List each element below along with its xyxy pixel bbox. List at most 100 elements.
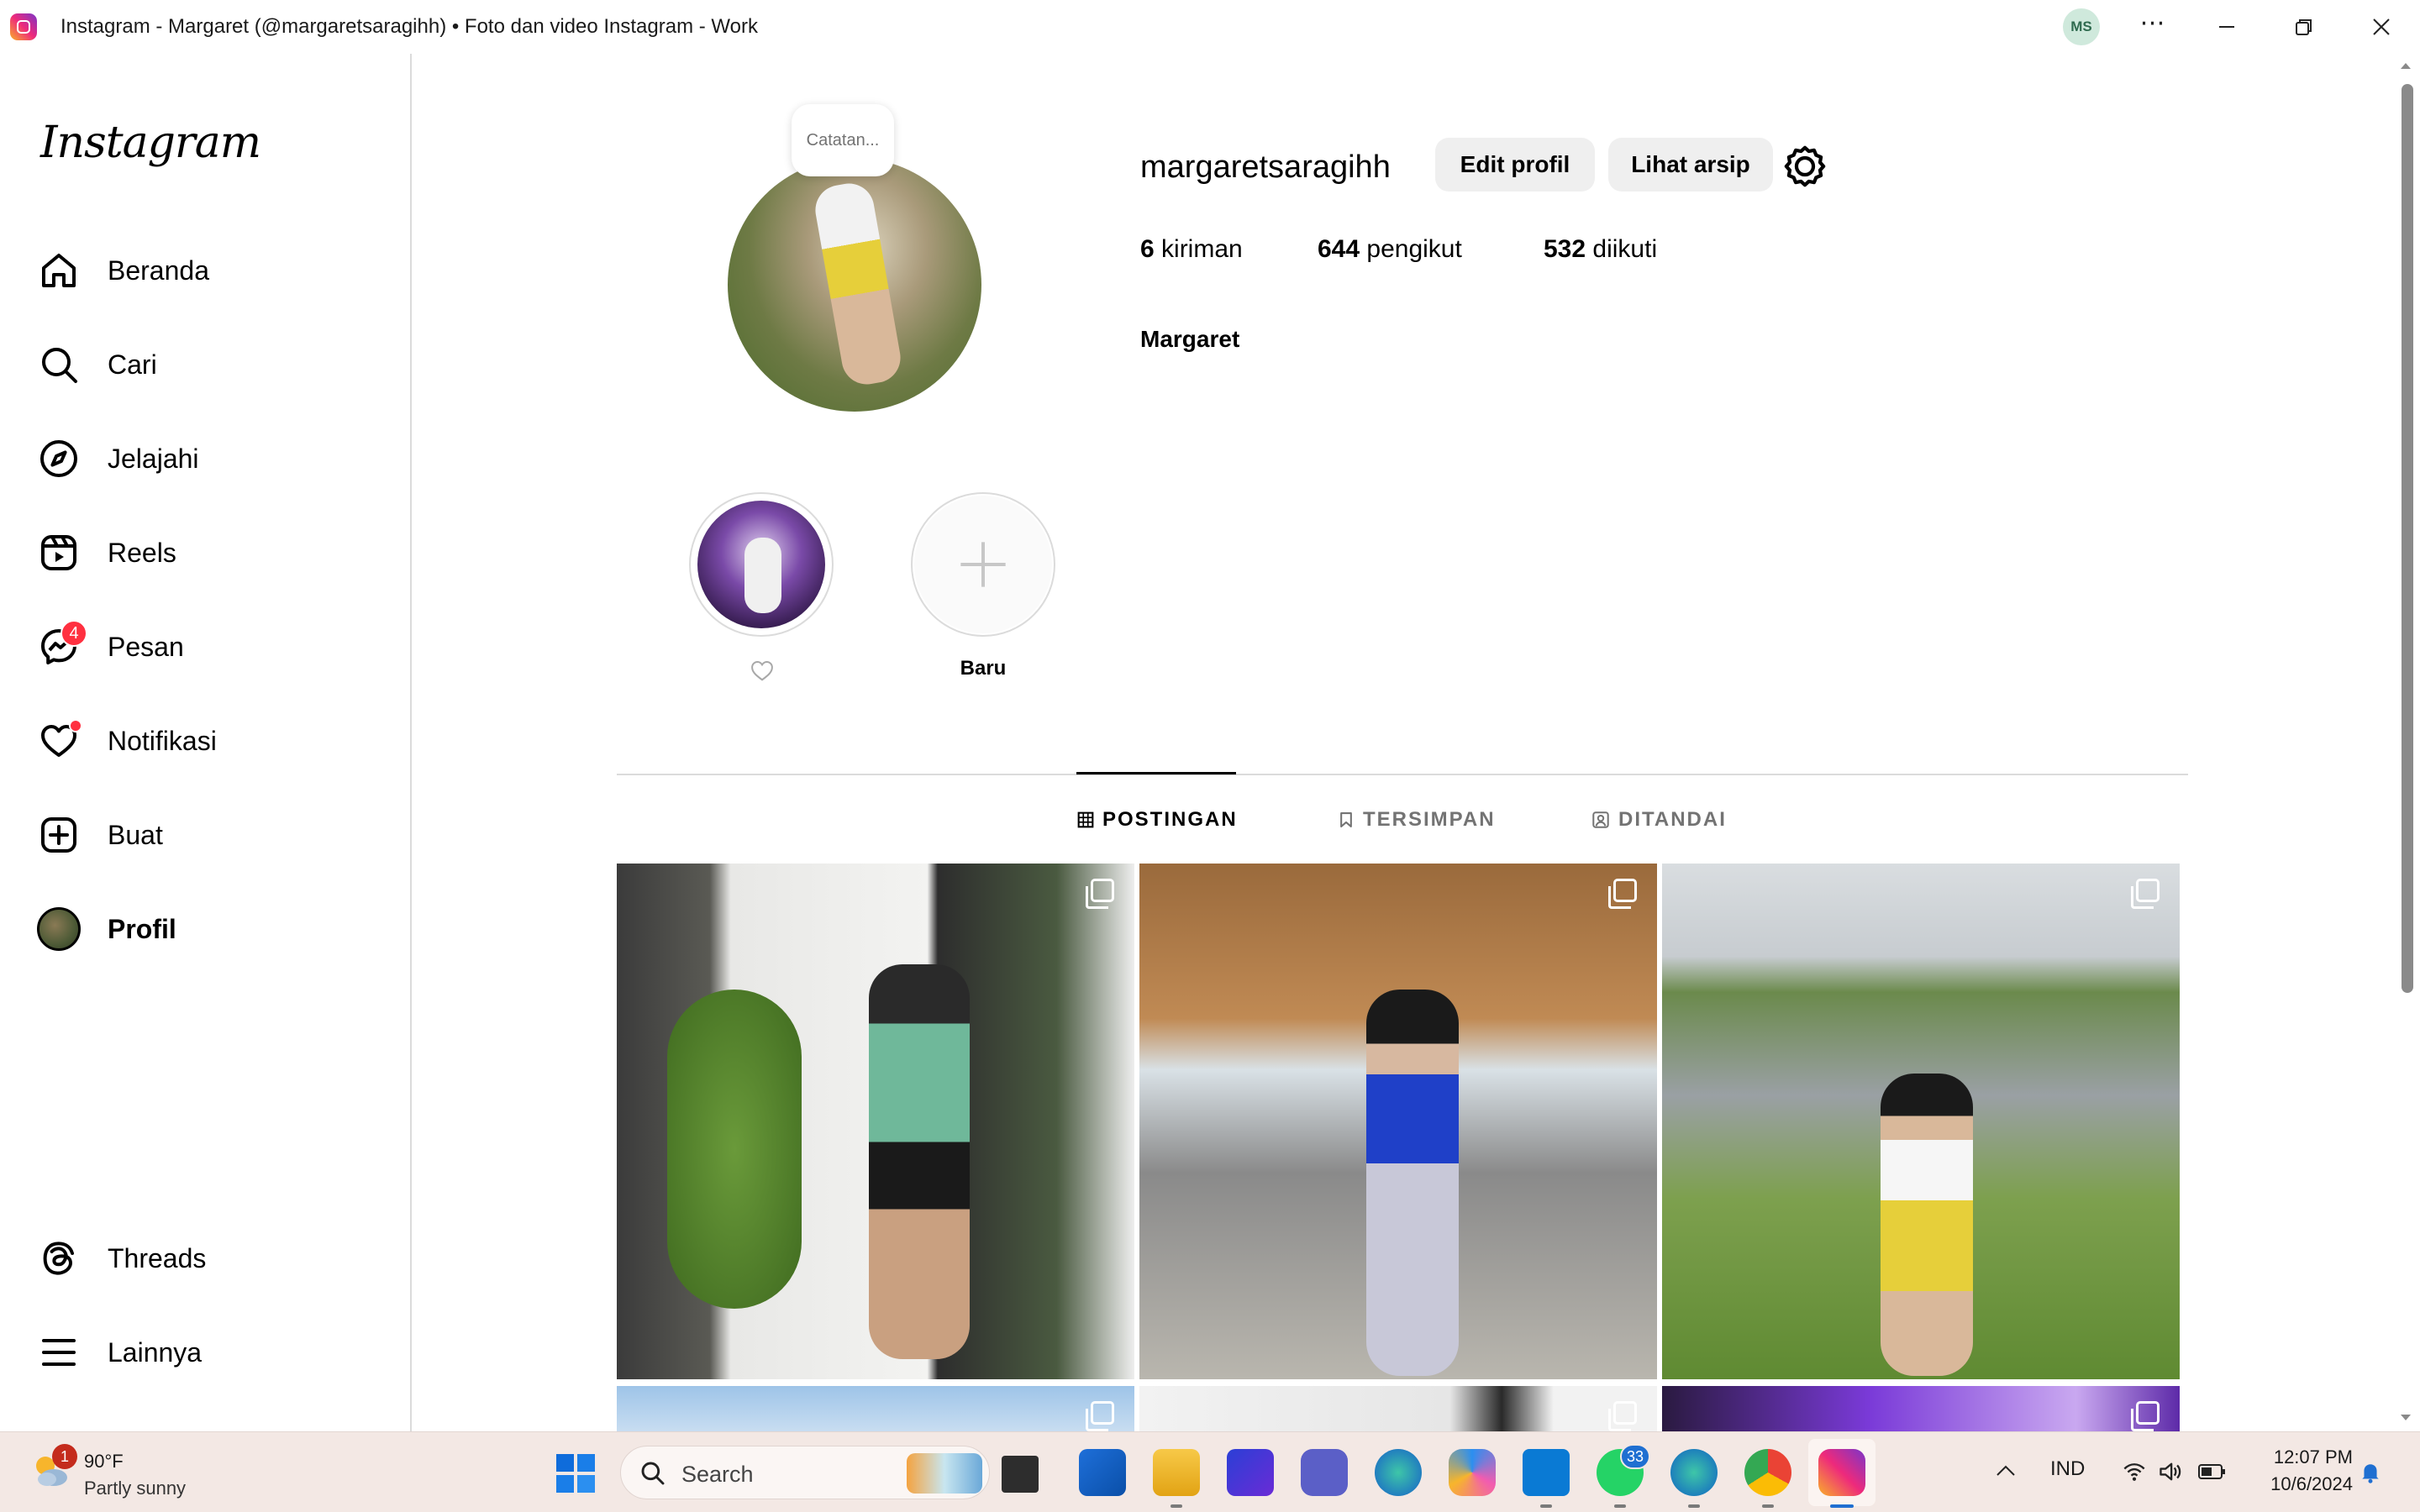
vscode-icon[interactable]: [1523, 1449, 1570, 1496]
clock-time: 12:07 PM: [2273, 1446, 2353, 1467]
edit-profile-button[interactable]: Edit profil: [1435, 138, 1595, 192]
post-thumbnail[interactable]: [617, 1386, 1134, 1431]
multiple-photos-icon: [1608, 879, 1637, 909]
sidebar-item-lainnya[interactable]: Lainnya: [37, 1326, 390, 1379]
sidebar-item-beranda[interactable]: Beranda: [37, 244, 390, 297]
multiple-photos-icon: [1086, 879, 1114, 909]
scroll-down-icon[interactable]: [2396, 1411, 2415, 1425]
posts-count: 6: [1140, 235, 1155, 263]
following-stat[interactable]: 532 diikuti: [1544, 235, 1657, 264]
sidebar-item-notifikasi[interactable]: Notifikasi: [37, 714, 390, 768]
notification-bell-icon[interactable]: [2360, 1461, 2381, 1484]
minimize-button[interactable]: [2202, 7, 2252, 47]
post-thumbnail[interactable]: [1139, 864, 1657, 1379]
edge-icon[interactable]: [1375, 1449, 1422, 1496]
sidebar: Instagram Beranda Cari Jelajahi Reels 4 …: [0, 54, 412, 1431]
battery-icon[interactable]: [2198, 1462, 2227, 1481]
sidebar-item-label: Beranda: [108, 255, 209, 286]
running-indicator: [1614, 1504, 1626, 1508]
post-thumbnail[interactable]: [1662, 864, 2180, 1379]
microsoft-store-icon[interactable]: [1079, 1449, 1126, 1496]
search-icon: [641, 1462, 665, 1485]
instagram-logo[interactable]: Instagram: [40, 118, 261, 168]
tab-tersimpan[interactable]: TERSIMPAN: [1338, 808, 1496, 832]
heart-icon: [37, 719, 82, 763]
gear-icon[interactable]: [1781, 143, 1828, 190]
story-highlight[interactable]: [689, 492, 834, 637]
taskbar-search[interactable]: Search: [620, 1446, 990, 1499]
page-scrollbar[interactable]: [2396, 59, 2415, 1430]
close-button[interactable]: [2356, 7, 2407, 47]
active-indicator: [1830, 1504, 1854, 1508]
post-thumbnail[interactable]: [1139, 1386, 1657, 1431]
taskbar-clock[interactable]: 12:07 PM 10/6/2024: [2244, 1444, 2353, 1498]
sidebar-item-label: Lainnya: [108, 1336, 203, 1368]
close-icon: [2373, 18, 2390, 35]
restore-button[interactable]: [2279, 7, 2329, 47]
menu-icon: [37, 1331, 81, 1374]
grid-icon: [1077, 811, 1094, 828]
sidebar-item-label: Pesan: [108, 631, 184, 662]
post-thumbnail[interactable]: [1662, 1386, 2180, 1431]
browser-profile-avatar[interactable]: MS: [2063, 8, 2100, 45]
new-highlight-button[interactable]: [911, 492, 1055, 637]
search-icon: [37, 343, 81, 386]
sidebar-item-label: Threads: [108, 1242, 207, 1273]
tab-postingan[interactable]: POSTINGAN: [1077, 808, 1238, 832]
scroll-up-icon[interactable]: [2396, 59, 2415, 72]
volume-icon[interactable]: [2158, 1461, 2183, 1483]
sidebar-item-reels[interactable]: Reels: [37, 526, 390, 580]
tagged-icon: [1592, 811, 1609, 828]
search-highlight-image: [907, 1453, 982, 1494]
chrome-icon[interactable]: [1744, 1449, 1791, 1496]
sidebar-item-cari[interactable]: Cari: [37, 338, 390, 391]
sidebar-item-label: Notifikasi: [108, 725, 217, 756]
tab-ditandai[interactable]: DITANDAI: [1591, 808, 1727, 832]
weather-widget[interactable]: 1 90°F Partly sunny: [29, 1444, 230, 1503]
avatar: [37, 907, 81, 951]
highlight-cover: [697, 501, 825, 628]
pen-app-icon[interactable]: [1227, 1449, 1274, 1496]
note-bubble[interactable]: Catatan...: [792, 104, 894, 176]
sidebar-item-jelajahi[interactable]: Jelajahi: [37, 432, 390, 486]
new-highlight-label: Baru: [960, 657, 1007, 680]
view-archive-button[interactable]: Lihat arsip: [1608, 138, 1773, 192]
chevron-up-icon[interactable]: [1995, 1462, 2017, 1479]
task-view-icon[interactable]: [1002, 1456, 1039, 1493]
messenger-icon: 4: [37, 620, 87, 669]
post-subject: [1366, 990, 1459, 1376]
threads-icon: [37, 1236, 81, 1280]
language-indicator[interactable]: IND: [2050, 1457, 2085, 1481]
taskbar: 1 90°F Partly sunny Search 33 IND 12:07 …: [0, 1431, 2420, 1512]
file-explorer-icon[interactable]: [1153, 1449, 1200, 1496]
sidebar-item-buat[interactable]: Buat: [37, 808, 390, 862]
followers-stat[interactable]: 644 pengikut: [1318, 235, 1462, 264]
windows-start-icon[interactable]: [556, 1454, 595, 1493]
teams-icon[interactable]: [1301, 1449, 1348, 1496]
weather-description: Partly sunny: [84, 1478, 187, 1499]
post-subject: [1881, 1074, 1973, 1376]
sidebar-item-label: Buat: [108, 819, 163, 850]
more-options-icon[interactable]: ⋯: [2134, 7, 2171, 47]
copilot-icon[interactable]: [1449, 1449, 1496, 1496]
profile-username: margaretsaragihh: [1140, 150, 1391, 185]
profile-avatar-container: [37, 907, 81, 951]
heart-outline-icon: [750, 659, 775, 686]
tab-label: POSTINGAN: [1102, 808, 1238, 831]
post-subject: [869, 964, 970, 1359]
wifi-icon[interactable]: [2123, 1461, 2146, 1483]
post-thumbnail[interactable]: [617, 864, 1134, 1379]
profile-picture[interactable]: [728, 158, 981, 412]
profile-picture-subject: [811, 179, 905, 389]
edge-work-icon[interactable]: [1670, 1449, 1718, 1496]
sidebar-item-pesan[interactable]: 4 Pesan: [37, 620, 390, 674]
home-icon: [37, 249, 81, 292]
following-count: 532: [1544, 235, 1586, 263]
sidebar-item-profil[interactable]: Profil: [37, 902, 390, 956]
sidebar-item-threads[interactable]: Threads: [37, 1231, 390, 1285]
window-title: Instagram - Margaret (@margaretsaragihh)…: [60, 15, 758, 38]
multiple-photos-icon: [1086, 1401, 1114, 1431]
weather-badge: 1: [52, 1444, 77, 1469]
scrollbar-thumb[interactable]: [2402, 84, 2413, 993]
instagram-taskbar-icon[interactable]: [1818, 1449, 1865, 1496]
